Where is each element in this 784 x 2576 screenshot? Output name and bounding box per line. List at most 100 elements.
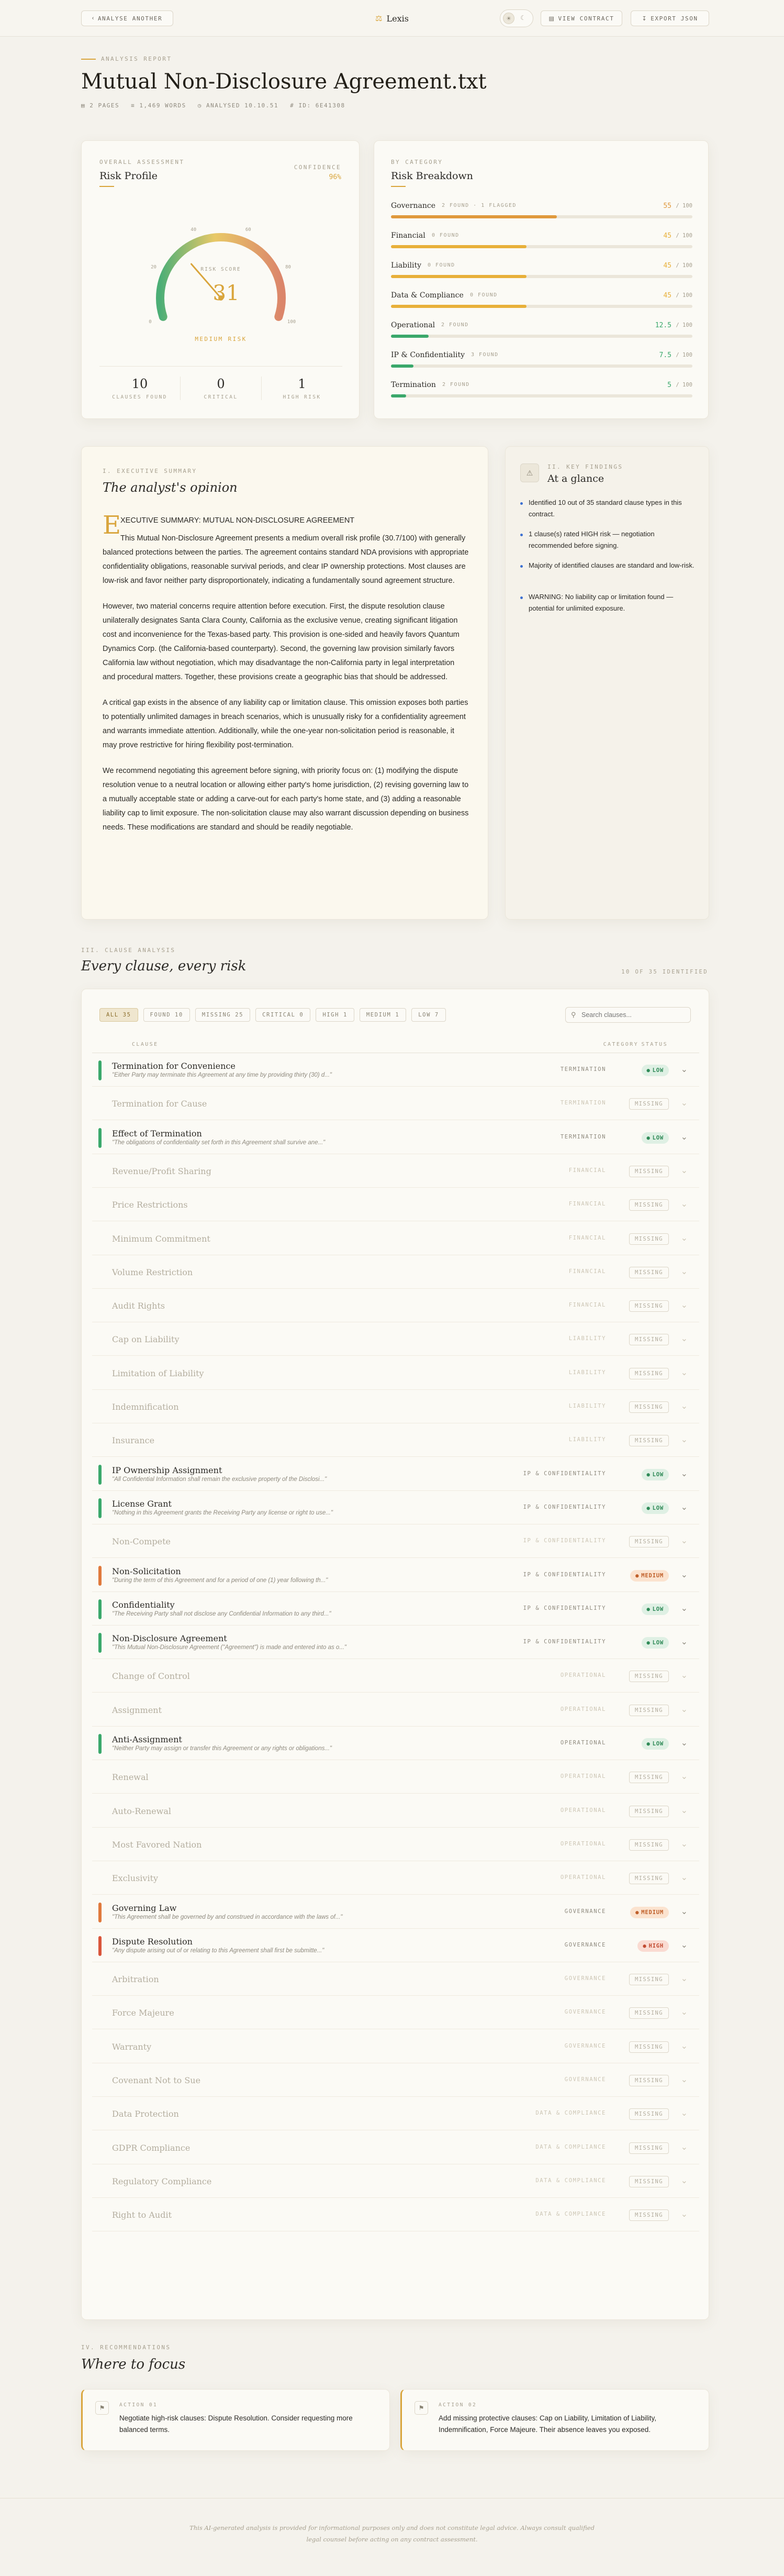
clause-row[interactable]: IP Ownership Assignment "All Confidential…	[92, 1458, 699, 1491]
clause-row[interactable]: Renewal OPERATIONAL MISSING ⌄	[92, 1761, 699, 1794]
clause-category: OPERATIONAL	[560, 1874, 606, 1881]
chevron-down-icon[interactable]: ⌄	[681, 1165, 688, 1176]
clause-row[interactable]: Insurance LIABILITY MISSING ⌄	[92, 1424, 699, 1457]
chevron-down-icon[interactable]: ⌄	[681, 1367, 688, 1378]
clause-row[interactable]: Data Protection DATA & COMPLIANCE MISSING ⌄	[92, 2098, 699, 2131]
clause-row[interactable]: Most Favored Nation OPERATIONAL MISSING ⌄	[92, 1829, 699, 1861]
clause-row[interactable]: Dispute Resolution "Any dispute arising o…	[92, 1930, 699, 1962]
clause-row[interactable]: Anti-Assignment "Neither Party may assign…	[92, 1728, 699, 1760]
chevron-down-icon[interactable]: ⌄	[681, 1199, 688, 1209]
theme-toggle[interactable]: ☀ ☾	[500, 9, 533, 27]
chevron-down-icon[interactable]: ⌄	[681, 1603, 688, 1613]
chevron-down-icon[interactable]: ⌄	[681, 1333, 688, 1344]
chevron-down-icon[interactable]: ⌄	[681, 2142, 688, 2152]
chevron-down-icon[interactable]: ⌄	[681, 1266, 688, 1277]
clause-row[interactable]: Revenue/Profit Sharing FINANCIAL MISSING ⌄	[92, 1155, 699, 1188]
chevron-down-icon[interactable]: ⌄	[681, 2175, 688, 2186]
clause-row[interactable]: Arbitration GOVERNANCE MISSING ⌄	[92, 1963, 699, 1996]
chevron-down-icon[interactable]: ⌄	[681, 1468, 688, 1479]
chevron-down-icon[interactable]: ⌄	[681, 1906, 688, 1917]
filter-found[interactable]: FOUND 10	[143, 1008, 190, 1022]
clause-row[interactable]: Force Majeure GOVERNANCE MISSING ⌄	[92, 1997, 699, 2030]
clause-row[interactable]: Covenant Not to Sue GOVERNANCE MISSING ⌄	[92, 2064, 699, 2097]
chevron-down-icon[interactable]: ⌄	[681, 1098, 688, 1108]
export-json-button[interactable]: ↧ EXPORT JSON	[631, 10, 709, 26]
clause-row[interactable]: License Grant "Nothing in this Agreement …	[92, 1492, 699, 1524]
clause-category: FINANCIAL	[568, 1234, 606, 1241]
document-icon: ▤	[548, 15, 555, 22]
hash-icon: #	[290, 102, 299, 109]
chevron-down-icon[interactable]: ⌄	[681, 1535, 688, 1546]
chevron-down-icon[interactable]: ⌄	[681, 2108, 688, 2118]
chevron-down-icon[interactable]: ⌄	[681, 1940, 688, 1950]
bullet-icon	[520, 565, 523, 568]
chevron-down-icon[interactable]: ⌄	[681, 1502, 688, 1512]
clause-row[interactable]: Price Restrictions FINANCIAL MISSING ⌄	[92, 1189, 699, 1222]
chevron-down-icon[interactable]: ⌄	[681, 1300, 688, 1310]
chevron-down-icon[interactable]: ⌄	[681, 1704, 688, 1715]
summary-eyebrow: I. EXECUTIVE SUMMARY	[103, 468, 197, 474]
clause-row[interactable]: Non-Compete IP & CONFIDENTIALITY MISSING ⌄	[92, 1525, 699, 1558]
status-badge: MISSING	[629, 1704, 669, 1716]
clause-quote: "This Mutual Non-Disclosure Agreement ("…	[112, 1644, 346, 1651]
chevron-down-icon[interactable]: ⌄	[681, 1233, 688, 1243]
clause-row[interactable]: Cap on Liability LIABILITY MISSING ⌄	[92, 1323, 699, 1356]
status-badge: MISSING	[629, 1401, 669, 1413]
clause-title: Confidentiality	[112, 1599, 175, 1610]
clause-row[interactable]: Minimum Commitment FINANCIAL MISSING ⌄	[92, 1223, 699, 1255]
alert-icon: ⚠	[520, 463, 539, 482]
chevron-down-icon[interactable]: ⌄	[681, 2041, 688, 2051]
filter-high[interactable]: HIGH 1	[316, 1008, 354, 1022]
status-badge: MISSING	[629, 1536, 669, 1548]
clause-row[interactable]: Exclusivity OPERATIONAL MISSING ⌄	[92, 1862, 699, 1895]
clause-row[interactable]: Warranty GOVERNANCE MISSING ⌄	[92, 2031, 699, 2063]
chevron-down-icon[interactable]: ⌄	[681, 1064, 688, 1075]
clause-row[interactable]: GDPR Compliance DATA & COMPLIANCE MISSING ⌄	[92, 2132, 699, 2164]
status-label: MISSING	[634, 1336, 663, 1343]
clause-row[interactable]: Confidentiality "The Receiving Party shal…	[92, 1593, 699, 1626]
clause-row[interactable]: Right to Audit DATA & COMPLIANCE MISSING ⌄	[92, 2199, 699, 2232]
chevron-down-icon[interactable]: ⌄	[681, 1738, 688, 1748]
clause-row[interactable]: Effect of Termination "The obligations of…	[92, 1122, 699, 1154]
chevron-down-icon[interactable]: ⌄	[681, 1670, 688, 1681]
clause-row[interactable]: Termination for Cause TERMINATION MISSING ⌄	[92, 1088, 699, 1121]
gauge-label: RISK SCORE	[200, 267, 241, 272]
chevron-down-icon[interactable]: ⌄	[681, 1771, 688, 1782]
search-box[interactable]: ⚲	[565, 1007, 691, 1023]
view-contract-button[interactable]: ▤ VIEW CONTRACT	[541, 10, 622, 26]
risk-accent	[98, 1127, 102, 1148]
clause-row[interactable]: Non-Disclosure Agreement "This Mutual Non…	[92, 1627, 699, 1660]
filter-critical[interactable]: CRITICAL 0	[255, 1008, 311, 1022]
filter-all[interactable]: ALL 35	[99, 1008, 138, 1022]
filter-medium[interactable]: MEDIUM 1	[359, 1008, 407, 1022]
chevron-down-icon[interactable]: ⌄	[681, 2074, 688, 2085]
chevron-down-icon[interactable]: ⌄	[681, 1132, 688, 1142]
filter-missing[interactable]: MISSING 25	[195, 1008, 251, 1022]
chevron-down-icon[interactable]: ⌄	[681, 1401, 688, 1411]
chevron-down-icon[interactable]: ⌄	[681, 1805, 688, 1816]
clause-row[interactable]: Audit Rights FINANCIAL MISSING ⌄	[92, 1290, 699, 1323]
chevron-down-icon[interactable]: ⌄	[681, 1569, 688, 1580]
chevron-down-icon[interactable]: ⌄	[681, 1872, 688, 1883]
clause-quote: "Either Party may terminate this Agreeme…	[112, 1072, 332, 1078]
clause-row[interactable]: Governing Law "This Agreement shall be go…	[92, 1896, 699, 1929]
breakdown-row: Governance 2 FOUND · 1 FLAGGED 55 / 100	[391, 202, 692, 223]
clause-row[interactable]: Limitation of Liability LIABILITY MISSING ⌄	[92, 1357, 699, 1390]
clause-row[interactable]: Auto-Renewal OPERATIONAL MISSING ⌄	[92, 1795, 699, 1828]
chevron-down-icon[interactable]: ⌄	[681, 1637, 688, 1647]
chevron-down-icon[interactable]: ⌄	[681, 1434, 688, 1445]
clause-row[interactable]: Indemnification LIABILITY MISSING ⌄	[92, 1391, 699, 1423]
clause-row[interactable]: Termination for Convenience "Either Party…	[92, 1054, 699, 1087]
clause-row[interactable]: Volume Restriction FINANCIAL MISSING ⌄	[92, 1256, 699, 1289]
chevron-down-icon[interactable]: ⌄	[681, 2209, 688, 2219]
chevron-down-icon[interactable]: ⌄	[681, 1839, 688, 1849]
search-input[interactable]	[581, 1010, 686, 1020]
analyse-another-button[interactable]: ‹ ANALYSE ANOTHER	[81, 10, 173, 26]
clause-row[interactable]: Regulatory Compliance DATA & COMPLIANCE MI…	[92, 2165, 699, 2198]
chevron-down-icon[interactable]: ⌄	[681, 2007, 688, 2017]
clause-row[interactable]: Assignment OPERATIONAL MISSING ⌄	[92, 1694, 699, 1727]
filter-low[interactable]: LOW 7	[411, 1008, 446, 1022]
clause-row[interactable]: Non-Solicitation "During the term of this…	[92, 1560, 699, 1592]
chevron-down-icon[interactable]: ⌄	[681, 1973, 688, 1984]
clause-row[interactable]: Change of Control OPERATIONAL MISSING ⌄	[92, 1660, 699, 1693]
